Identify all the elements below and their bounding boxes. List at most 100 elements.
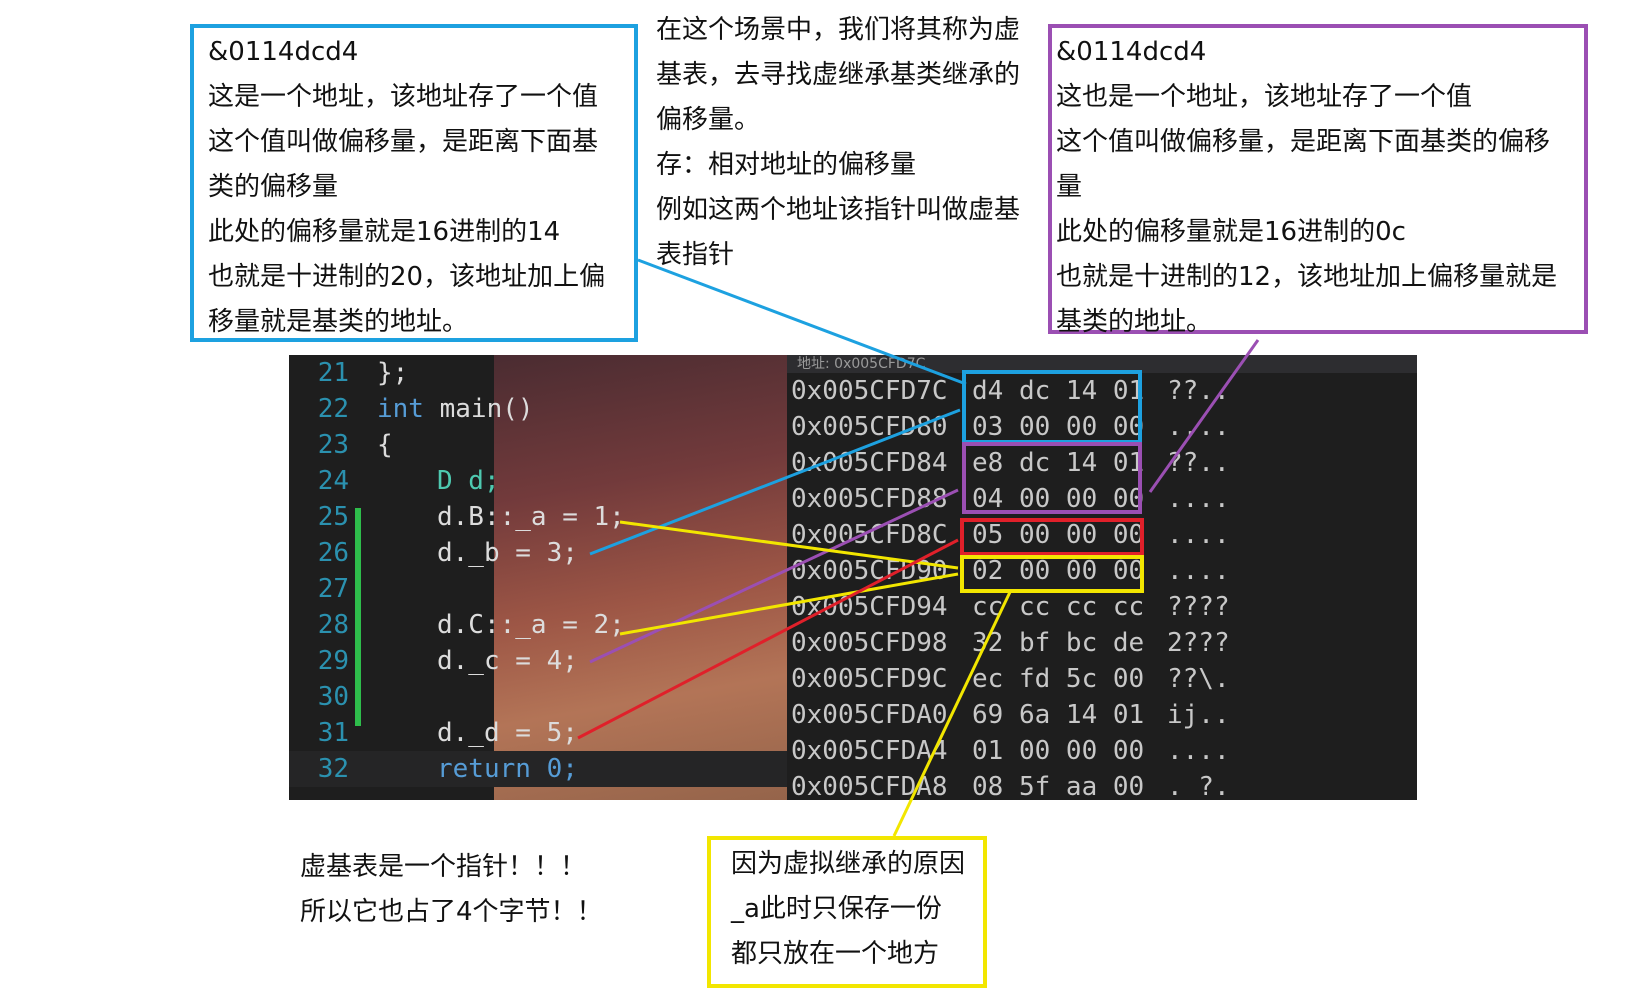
code-text: int main() — [377, 394, 534, 424]
memory-bytes: 69 6a 14 01 — [972, 700, 1145, 730]
code-line: 25 d.B::_a = 1; — [289, 499, 787, 535]
memory-ascii: .... — [1167, 484, 1230, 514]
bottom-left-note-line: 虚基表是一个指针！！！ — [300, 852, 587, 882]
code-line: 21 }; — [289, 355, 787, 391]
line-number: 32 — [317, 754, 349, 784]
line-number: 23 — [317, 430, 349, 460]
code-text: }; — [377, 358, 409, 388]
code-line: 27 — [289, 571, 787, 607]
memory-ascii: ij.. — [1167, 700, 1230, 730]
line-number: 25 — [317, 502, 349, 532]
yellow-annotation-box: 因为虚拟继承的原因 _a此时只保存一份 都只放在一个地方 — [707, 836, 987, 988]
memory-row: 0x005CFD9C ec fd 5c 00 ??\. — [787, 661, 1417, 697]
purple-note-line: 此处的偏移量就是16进制的0c — [1056, 217, 1406, 247]
blue-note-line: 类的偏移量 — [208, 172, 339, 202]
pointer-size-note: 虚基表是一个指针！！！ 所以它也占了4个字节！！ — [300, 845, 603, 935]
middle-note-line: 表指针 — [656, 240, 735, 270]
purple-note-line: 量 — [1056, 172, 1083, 202]
memory-bytes: 32 bf bc de — [972, 628, 1145, 658]
code-line: 22 int main() — [289, 391, 787, 427]
memory-row: 0x005CFD94 cc cc cc cc???? — [787, 589, 1417, 625]
blue-annotation-box: &0114dcd4 这是一个地址，该地址存了一个值 这个值叫做偏移量，是距离下面… — [190, 24, 638, 342]
line-number: 31 — [317, 718, 349, 748]
memory-row: 0x005CFDA8 08 5f aa 00 ._?. — [787, 769, 1417, 800]
memory-address: 0x005CFD80 — [791, 412, 948, 442]
code-text: d.C::_a = 2; — [437, 610, 625, 640]
memory-bytes: 08 5f aa 00 — [972, 772, 1145, 800]
purple-note-line: 也就是十进制的12，该地址加上偏移量就是 — [1056, 262, 1558, 292]
middle-note-line: 在这个场景中，我们将其称为虚 — [656, 15, 1021, 45]
code-line: 29 d._c = 4; — [289, 643, 787, 679]
blue-note-line: &0114dcd4 — [208, 37, 359, 67]
memory-address: 0x005CFD84 — [791, 448, 948, 478]
memory-ascii: ???? — [1167, 592, 1230, 622]
code-text: { — [377, 430, 393, 460]
memory-address: 0x005CFDA8 — [791, 772, 948, 800]
memory-address: 0x005CFD90 — [791, 556, 948, 586]
memory-ascii: .... — [1167, 412, 1230, 442]
memory-row: 0x005CFDA0 69 6a 14 01 ij.. — [787, 697, 1417, 733]
yellow-note-line: 因为虚拟继承的原因 — [731, 849, 966, 879]
memory-ascii: 2??? — [1167, 628, 1230, 658]
memory-bytes: ec fd 5c 00 — [972, 664, 1145, 694]
memory-ascii: .... — [1167, 736, 1230, 766]
code-line: 30 — [289, 679, 787, 715]
yellow-note-line: _a此时只保存一份 — [731, 894, 942, 924]
code-text: return 0; — [437, 754, 578, 784]
purple-annotation-box: &0114dcd4 这也是一个地址，该地址存了一个值 这个值叫做偏移量，是距离下… — [1048, 24, 1588, 337]
code-text: d._c = 4; — [437, 646, 578, 676]
middle-note-line: 基表，去寻找虚继承基类继承的 — [656, 60, 1021, 90]
line-number: 28 — [317, 610, 349, 640]
blue-note-line: 此处的偏移量就是16进制的14 — [208, 217, 561, 247]
code-text: D d; — [437, 466, 500, 496]
line-number: 22 — [317, 394, 349, 424]
code-line: 26 d._b = 3; — [289, 535, 787, 571]
yellow-note-line: 都只放在一个地方 — [731, 939, 940, 969]
blue-note-line: 也就是十进制的20，该地址加上偏 — [208, 262, 606, 292]
code-text: d._b = 3; — [437, 538, 578, 568]
memory-address: 0x005CFDA4 — [791, 736, 948, 766]
memory-ascii: .... — [1167, 520, 1230, 550]
line-number: 29 — [317, 646, 349, 676]
memory-address: 0x005CFD8C — [791, 520, 948, 550]
code-line-current: 32 return 0; — [289, 751, 787, 787]
blue-note-line: 这个值叫做偏移量，是距离下面基 — [208, 127, 599, 157]
memory-bytes: 01 00 00 00 — [972, 736, 1145, 766]
memory-bytes: cc cc cc cc — [972, 592, 1145, 622]
blue-note-line: 这是一个地址，该地址存了一个值 — [208, 82, 599, 112]
virtual-base-table-note: 在这个场景中，我们将其称为虚 基表，去寻找虚继承基类继承的 偏移量。 存：相对地… — [656, 8, 1041, 278]
code-text: d.B::_a = 1; — [437, 502, 625, 532]
code-line: 23 { — [289, 427, 787, 463]
purple-note-line: 这个值叫做偏移量，是距离下面基类的偏移 — [1056, 127, 1551, 157]
memory-row: 0x005CFDA4 01 00 00 00.... — [787, 733, 1417, 769]
code-editor-panel: 21 }; 22 int main() 23 { 24 D d; 25 d.B:… — [289, 355, 787, 800]
blue-note-line: 移量就是基类的地址。 — [208, 307, 469, 337]
line-number: 30 — [317, 682, 349, 712]
code-line: 24 D d; — [289, 463, 787, 499]
middle-note-line: 偏移量。 — [656, 105, 761, 135]
red-highlight-box — [960, 518, 1144, 556]
memory-address: 0x005CFD7C — [791, 376, 948, 406]
purple-note-line: &0114dcd4 — [1056, 37, 1207, 67]
line-number: 24 — [317, 466, 349, 496]
memory-ascii: ??.. — [1167, 448, 1230, 478]
memory-address: 0x005CFD9C — [791, 664, 948, 694]
purple-note-line: 基类的地址。 — [1056, 307, 1213, 337]
blue-highlight-box — [962, 370, 1142, 444]
code-line: 31 d._d = 5; — [289, 715, 787, 751]
bottom-left-note-line: 所以它也占了4个字节！！ — [300, 897, 603, 927]
memory-address: 0x005CFD98 — [791, 628, 948, 658]
line-number: 21 — [317, 358, 349, 388]
memory-ascii: ??.. — [1167, 376, 1230, 406]
memory-ascii: ??\. — [1167, 664, 1230, 694]
purple-highlight-box — [962, 442, 1142, 514]
memory-ascii: ._?. — [1167, 772, 1230, 800]
memory-ascii: .... — [1167, 556, 1230, 586]
memory-address: 0x005CFD94 — [791, 592, 948, 622]
middle-note-line: 存：相对地址的偏移量 — [656, 150, 917, 180]
code-line: 28 d.C::_a = 2; — [289, 607, 787, 643]
memory-address: 0x005CFDA0 — [791, 700, 948, 730]
yellow-highlight-box — [960, 555, 1144, 593]
code-text: d._d = 5; — [437, 718, 578, 748]
line-number: 27 — [317, 574, 349, 604]
